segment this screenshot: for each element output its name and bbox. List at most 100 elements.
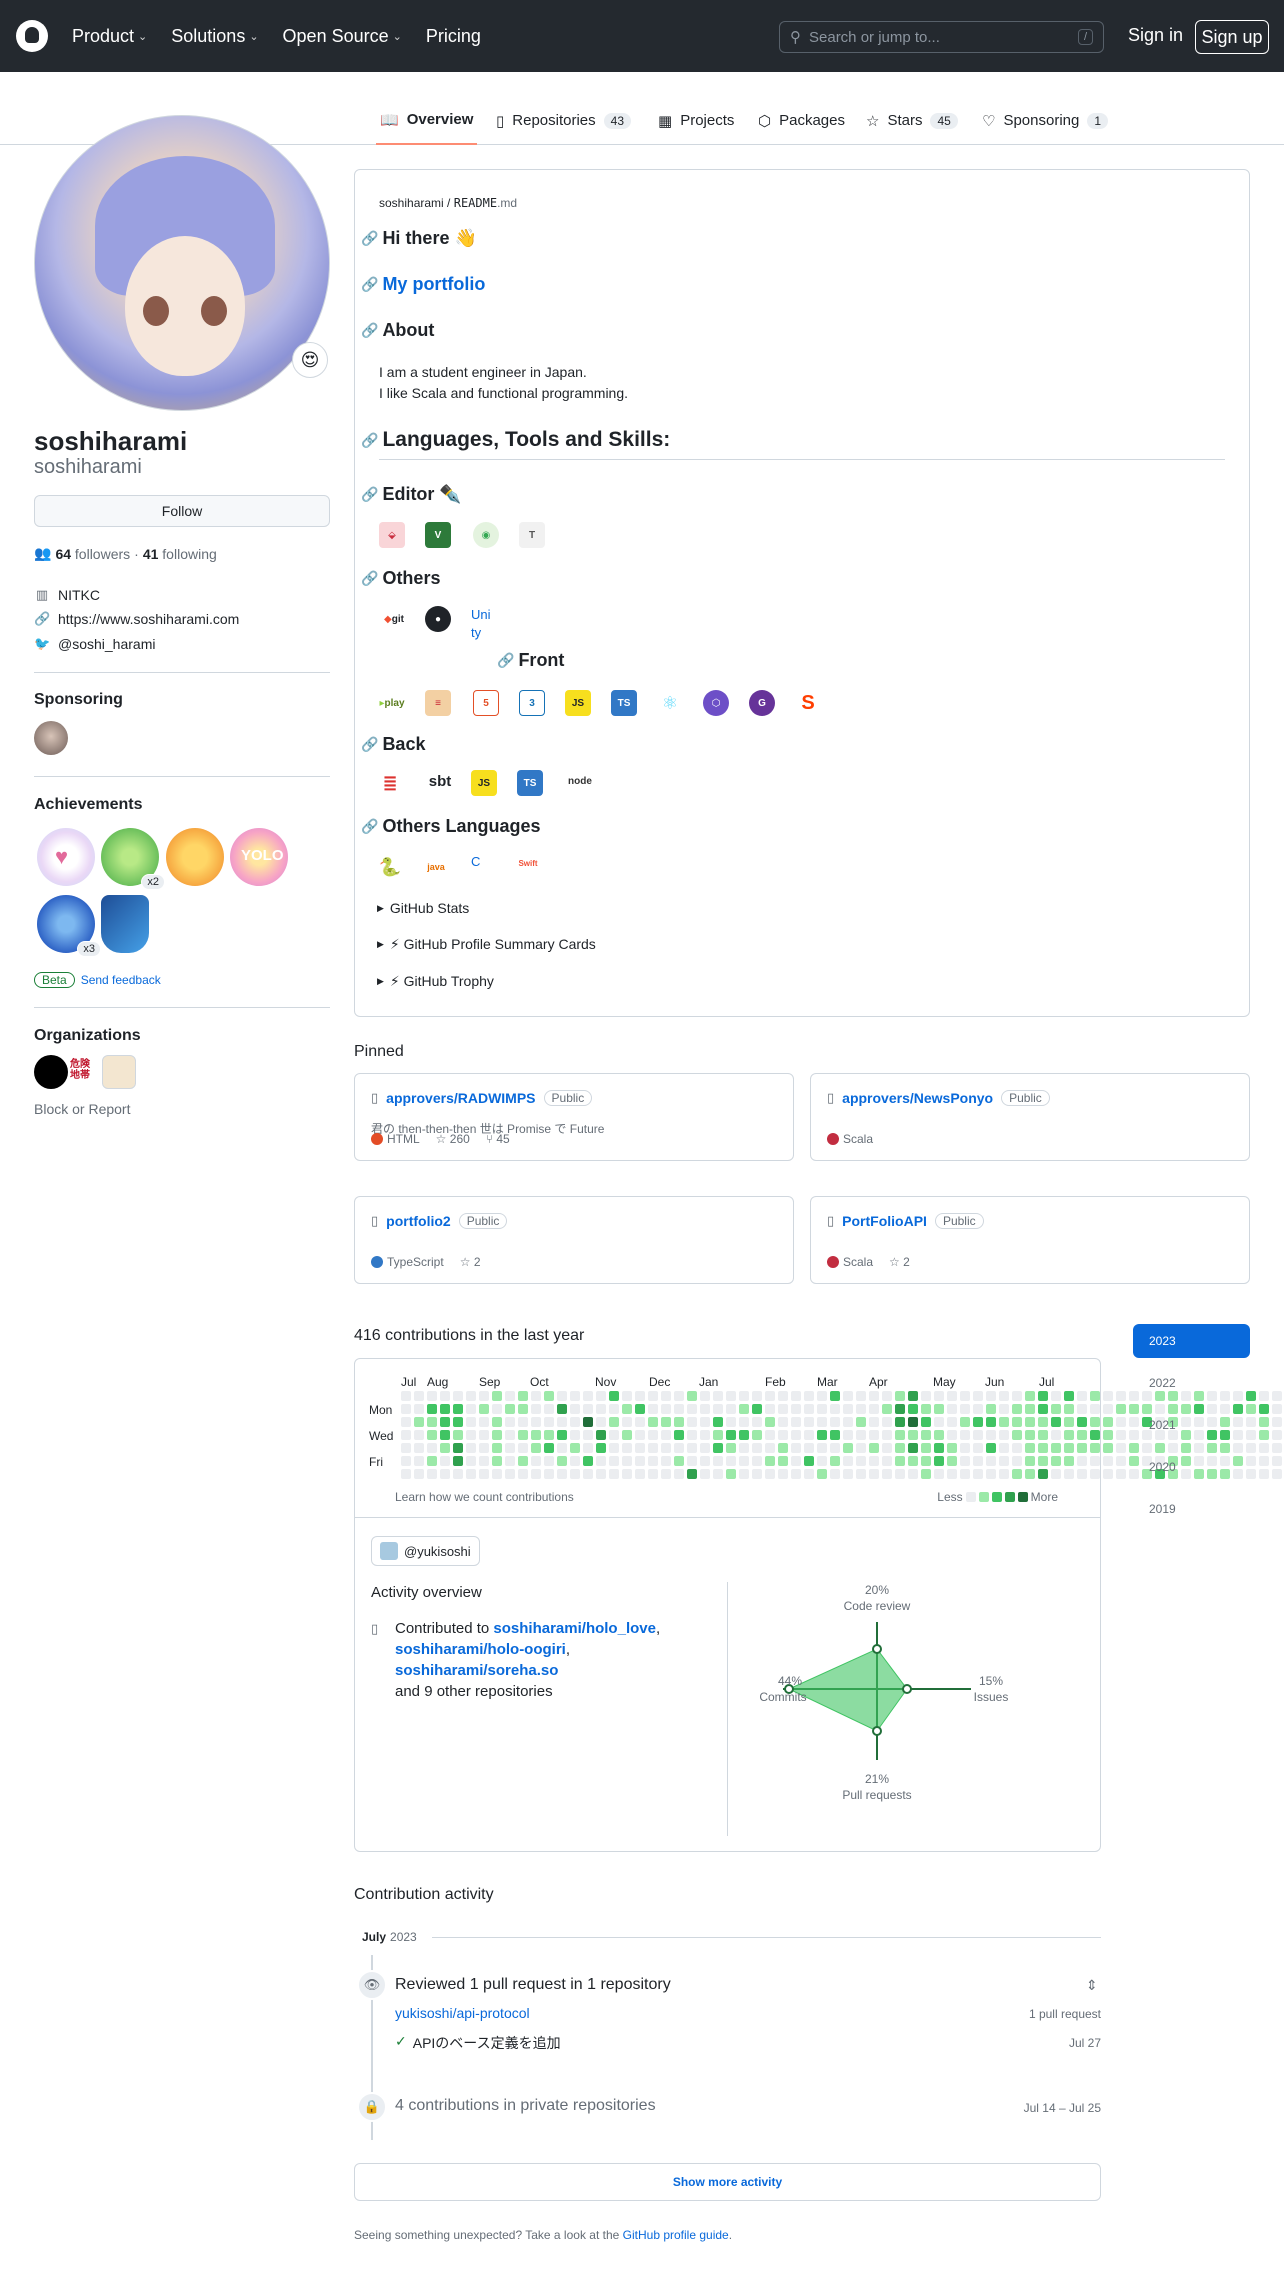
contribution-day[interactable] xyxy=(544,1443,554,1453)
anchor-link-icon[interactable]: 🔗 xyxy=(361,736,378,753)
contribution-day[interactable] xyxy=(687,1443,697,1453)
contribution-day[interactable] xyxy=(544,1404,554,1414)
contribution-day[interactable] xyxy=(505,1417,515,1427)
contribution-day[interactable] xyxy=(739,1469,749,1479)
contribution-day[interactable] xyxy=(1103,1456,1113,1466)
contribution-day[interactable] xyxy=(1103,1404,1113,1414)
contribution-day[interactable] xyxy=(661,1456,671,1466)
details-trophy[interactable]: ▶ ⚡ GitHub Trophy xyxy=(377,973,494,990)
contribution-day[interactable] xyxy=(1064,1456,1074,1466)
contribution-day[interactable] xyxy=(973,1430,983,1440)
contribution-day[interactable] xyxy=(934,1456,944,1466)
contribution-day[interactable] xyxy=(401,1430,411,1440)
contribution-day[interactable] xyxy=(739,1443,749,1453)
contribution-day[interactable] xyxy=(1012,1469,1022,1479)
contribution-day[interactable] xyxy=(921,1430,931,1440)
contribution-day[interactable] xyxy=(544,1417,554,1427)
contribution-day[interactable] xyxy=(895,1430,905,1440)
contribution-day[interactable] xyxy=(440,1417,450,1427)
contribution-day[interactable] xyxy=(609,1417,619,1427)
contribution-day[interactable] xyxy=(856,1443,866,1453)
contribution-day[interactable] xyxy=(453,1443,463,1453)
contribution-day[interactable] xyxy=(882,1430,892,1440)
contribution-day[interactable] xyxy=(440,1443,450,1453)
contribution-day[interactable] xyxy=(973,1417,983,1427)
contribution-day[interactable] xyxy=(440,1391,450,1401)
contribution-day[interactable] xyxy=(674,1456,684,1466)
contribution-day[interactable] xyxy=(869,1391,879,1401)
tab-repositories[interactable]: ▯ Repositories 43 xyxy=(492,96,635,145)
contribution-day[interactable] xyxy=(505,1443,515,1453)
contribution-day[interactable] xyxy=(518,1443,528,1453)
contribution-day[interactable] xyxy=(869,1443,879,1453)
contribution-day[interactable] xyxy=(921,1469,931,1479)
contribution-day[interactable] xyxy=(934,1417,944,1427)
contribution-day[interactable] xyxy=(596,1443,606,1453)
repo-link[interactable]: approvers/NewsPonyo xyxy=(842,1090,993,1106)
contribution-day[interactable] xyxy=(869,1404,879,1414)
reviewed-pr-item[interactable]: ✓ APIのベース定義を追加 xyxy=(395,2033,561,2053)
contribution-day[interactable] xyxy=(817,1469,827,1479)
contribution-day[interactable] xyxy=(908,1391,918,1401)
contribution-day[interactable] xyxy=(687,1417,697,1427)
anchor-link-icon[interactable]: 🔗 xyxy=(361,486,378,503)
contribution-day[interactable] xyxy=(583,1417,593,1427)
contribution-day[interactable] xyxy=(1116,1391,1126,1401)
contribution-day[interactable] xyxy=(466,1391,476,1401)
contribution-day[interactable] xyxy=(1090,1469,1100,1479)
contribution-day[interactable] xyxy=(921,1417,931,1427)
contribution-day[interactable] xyxy=(856,1404,866,1414)
contribution-day[interactable] xyxy=(479,1456,489,1466)
contribution-day[interactable] xyxy=(1259,1469,1269,1479)
contribution-day[interactable] xyxy=(1090,1391,1100,1401)
contribution-day[interactable] xyxy=(765,1417,775,1427)
tab-stars[interactable]: ☆ Stars 45 xyxy=(862,96,962,145)
contribution-day[interactable] xyxy=(466,1430,476,1440)
contribution-day[interactable] xyxy=(492,1404,502,1414)
contribution-day[interactable] xyxy=(440,1456,450,1466)
contribution-day[interactable] xyxy=(453,1456,463,1466)
contribution-day[interactable] xyxy=(713,1469,723,1479)
contribution-day[interactable] xyxy=(557,1391,567,1401)
contribution-day[interactable] xyxy=(1064,1430,1074,1440)
contribution-day[interactable] xyxy=(466,1456,476,1466)
stars-link[interactable]: ☆ 260 xyxy=(436,1132,470,1146)
contribution-day[interactable] xyxy=(882,1404,892,1414)
achievement-yolo-badge[interactable]: YOLO xyxy=(230,828,288,886)
contribution-day[interactable] xyxy=(791,1391,801,1401)
contribution-day[interactable] xyxy=(726,1417,736,1427)
contribution-day[interactable] xyxy=(505,1456,515,1466)
anchor-link-icon[interactable]: 🔗 xyxy=(361,570,378,587)
contribution-day[interactable] xyxy=(765,1456,775,1466)
contribution-day[interactable] xyxy=(427,1430,437,1440)
contribution-day[interactable] xyxy=(830,1469,840,1479)
contribution-day[interactable] xyxy=(609,1430,619,1440)
contribution-day[interactable] xyxy=(713,1430,723,1440)
contribution-day[interactable] xyxy=(986,1456,996,1466)
contribution-day[interactable] xyxy=(635,1391,645,1401)
contribution-day[interactable] xyxy=(492,1469,502,1479)
contribution-day[interactable] xyxy=(531,1391,541,1401)
contribution-day[interactable] xyxy=(492,1417,502,1427)
contribution-day[interactable] xyxy=(843,1391,853,1401)
contribution-day[interactable] xyxy=(765,1469,775,1479)
contribution-day[interactable] xyxy=(1025,1456,1035,1466)
contribution-day[interactable] xyxy=(635,1456,645,1466)
contribution-day[interactable] xyxy=(713,1417,723,1427)
contribution-day[interactable] xyxy=(947,1417,957,1427)
contribution-day[interactable] xyxy=(739,1404,749,1414)
contribution-day[interactable] xyxy=(804,1391,814,1401)
repo-link[interactable]: PortFolioAPI xyxy=(842,1213,927,1229)
contribution-day[interactable] xyxy=(609,1391,619,1401)
contribution-day[interactable] xyxy=(960,1417,970,1427)
contribution-day[interactable] xyxy=(1025,1430,1035,1440)
contribution-day[interactable] xyxy=(570,1469,580,1479)
repo-link[interactable]: soshiharami/holo-oogiri xyxy=(395,1641,566,1658)
contribution-day[interactable] xyxy=(1012,1443,1022,1453)
contribution-day[interactable] xyxy=(635,1469,645,1479)
contribution-day[interactable] xyxy=(778,1391,788,1401)
contribution-day[interactable] xyxy=(544,1469,554,1479)
contribution-day[interactable] xyxy=(804,1469,814,1479)
contribution-day[interactable] xyxy=(999,1469,1009,1479)
sign-up-button[interactable]: Sign up xyxy=(1195,20,1269,54)
